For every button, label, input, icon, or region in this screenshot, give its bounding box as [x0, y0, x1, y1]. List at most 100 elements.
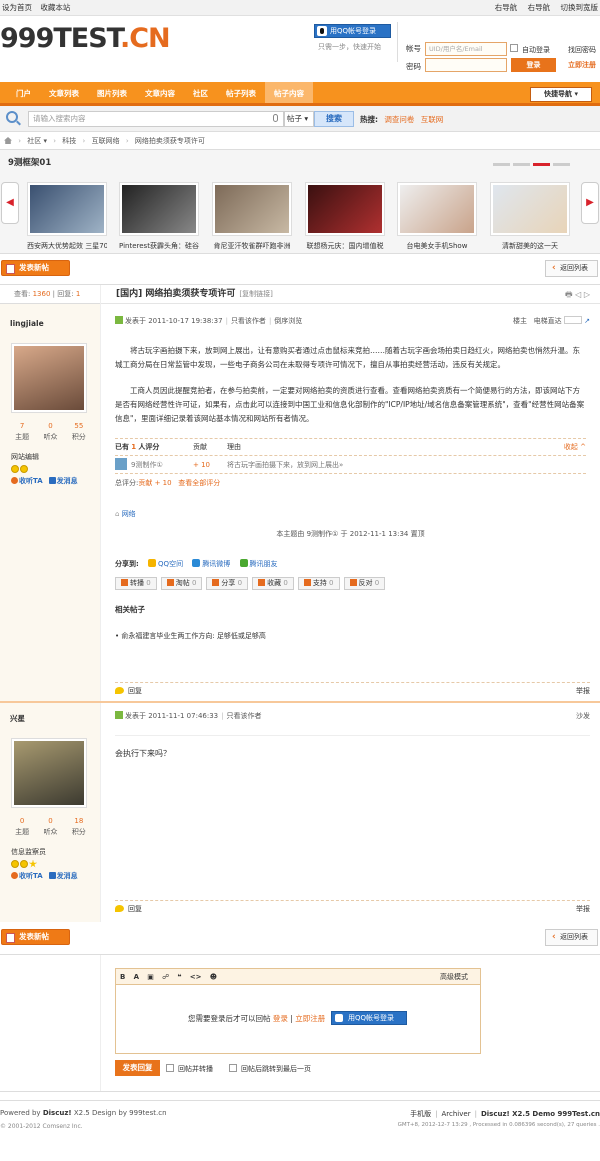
slider-item-image[interactable]	[119, 182, 199, 236]
set-home-link[interactable]: 设为首页	[2, 3, 32, 12]
slider-item[interactable]: 台电美女手机Show	[397, 182, 477, 251]
code-icon[interactable]: <>	[190, 973, 202, 981]
slider-item[interactable]: 肯尼亚汗牧雀群吓跑非洲	[212, 182, 292, 251]
link-icon[interactable]: ☍	[162, 973, 169, 981]
post1-avatar[interactable]	[11, 343, 87, 413]
register-link[interactable]: 立即注册	[295, 1014, 325, 1023]
user-stat[interactable]: 55 积分	[65, 422, 93, 442]
account-input[interactable]: UID/用户名/Email	[425, 42, 507, 56]
nav-item-thread-content[interactable]: 帖子内容	[265, 82, 313, 103]
reply-editor[interactable]: B A ▣ ☍ ❝ <> ☻ 高级模式 您需要登录后才可以回帖 登录 | 立即注…	[115, 968, 481, 1054]
nav-item-article-list[interactable]: 文章列表	[40, 82, 88, 103]
post1-author-name[interactable]: lingjiale	[0, 319, 100, 328]
password-input[interactable]	[425, 58, 507, 72]
print-prev-next-icons[interactable]: 🖶 ◁ ▷	[565, 285, 590, 304]
slider-item-caption[interactable]: 台电美女手机Show	[397, 241, 477, 251]
tag-link[interactable]: 网络	[122, 510, 136, 518]
hot-search-item-1[interactable]: 调查问卷	[384, 115, 414, 124]
slider-prev-button[interactable]: ◀	[1, 182, 19, 224]
back-to-list-button[interactable]: 返回列表	[545, 929, 598, 946]
mobile-link[interactable]: 手机版	[410, 1110, 431, 1118]
archiver-link[interactable]: Archiver	[442, 1110, 471, 1118]
slider-item-image[interactable]	[490, 182, 570, 236]
right-nav-link-2[interactable]: 右导航	[528, 3, 551, 12]
font-color-icon[interactable]: A	[134, 973, 139, 981]
site-logo[interactable]: 999TEST.CN	[0, 23, 171, 54]
follow-button[interactable]: 收听TA	[11, 872, 43, 880]
collect-thread-button[interactable]: 淘帖 0	[160, 577, 203, 590]
reverse-order-link[interactable]: 倒序浏览	[274, 317, 302, 325]
slider-item[interactable]: 西安两大优势起效 三星70	[27, 182, 107, 251]
nav-item-article-content[interactable]: 文章内容	[136, 82, 184, 103]
switch-style-link[interactable]: 切换到宽版	[561, 3, 599, 12]
login-link[interactable]: 登录	[273, 1014, 288, 1023]
rater-avatar[interactable]	[115, 458, 127, 470]
back-to-list-button[interactable]: 返回列表	[545, 260, 598, 277]
slider-item-caption[interactable]: 肯尼亚汗牧雀群吓跑非洲	[212, 241, 292, 251]
message-button[interactable]: 发消息	[48, 477, 78, 485]
image-icon[interactable]: ▣	[147, 973, 154, 981]
repost-button[interactable]: 转播 0	[115, 577, 157, 590]
share-tencent-weibo[interactable]: 腾讯微博	[192, 559, 230, 568]
slider-item-image[interactable]	[397, 182, 477, 236]
reply-link[interactable]: 回复	[128, 687, 142, 695]
rating-collapse[interactable]: 收起 ^	[564, 439, 586, 455]
breadcrumb-item-community[interactable]: 社区	[27, 137, 41, 145]
reply-link[interactable]: 回复	[128, 905, 142, 913]
search-type-select[interactable]: 帖子 ▾	[284, 111, 314, 127]
search-button[interactable]: 搜索	[314, 111, 354, 127]
slider-dot[interactable]	[493, 163, 510, 166]
view-all-ratings-link[interactable]: 查看全部评分	[178, 479, 220, 487]
slider-item[interactable]: 清新甜美的这一天	[490, 182, 570, 251]
message-button[interactable]: 发消息	[48, 872, 78, 880]
quick-nav-button[interactable]: 快捷导航 ▾	[530, 87, 592, 102]
slider-dot[interactable]	[553, 163, 570, 166]
repost-checkbox[interactable]	[166, 1064, 174, 1072]
advanced-mode-link[interactable]: 高级模式	[440, 969, 468, 985]
report-link[interactable]: 举报	[576, 683, 590, 699]
jump-to-floor[interactable]: 电梯直达	[534, 317, 562, 325]
nav-item-thread-list[interactable]: 帖子列表	[217, 82, 265, 103]
breadcrumb-item-tech[interactable]: 科技	[62, 137, 76, 145]
hot-search-item-2[interactable]: 互联网	[421, 115, 444, 124]
home-icon[interactable]	[4, 137, 12, 144]
forgot-password-link[interactable]: 找回密码	[568, 45, 596, 55]
qq-login-button[interactable]: 用QQ帐号登录	[314, 24, 391, 38]
go-icon[interactable]: ↗	[584, 317, 590, 325]
new-post-button[interactable]: 发表新帖	[1, 260, 70, 276]
slider-item-caption[interactable]: 联想杨元庆：国内增值税	[305, 241, 385, 251]
copy-link-button[interactable]: [复制链接]	[239, 290, 272, 298]
post1-user-group[interactable]: 网站编辑	[0, 452, 100, 462]
slider-item[interactable]: Pinterest获霹头角：硅谷	[119, 182, 199, 251]
nav-item-image-list[interactable]: 图片列表	[88, 82, 136, 103]
slider-dot[interactable]	[513, 163, 530, 166]
qq-login-button[interactable]: 用QQ帐号登录	[331, 1011, 407, 1025]
search-input[interactable]: 请输入搜索内容	[28, 111, 284, 127]
user-stat[interactable]: 7 主题	[8, 422, 36, 442]
breadcrumb-item-current[interactable]: 网络拍卖须获专项许可	[135, 137, 205, 145]
favorite-button[interactable]: 收藏 0	[252, 577, 294, 590]
slider-item[interactable]: 联想杨元庆：国内增值税	[305, 182, 385, 251]
login-button[interactable]: 登录	[511, 58, 556, 72]
slider-item-image[interactable]	[212, 182, 292, 236]
nav-item-community[interactable]: 社区	[184, 82, 217, 103]
bookmark-link[interactable]: 收藏本站	[40, 3, 70, 12]
new-post-button[interactable]: 发表新帖	[1, 929, 70, 945]
register-link[interactable]: 立即注册	[568, 60, 596, 70]
microphone-icon[interactable]	[273, 114, 278, 122]
related-item[interactable]: • 俞永福建言毕业生两工作方向: 足够低或足够高	[115, 631, 600, 641]
smiley-icon[interactable]: ☻	[210, 973, 217, 981]
floor-input[interactable]	[563, 316, 582, 324]
user-stat[interactable]: 0 听众	[36, 422, 64, 442]
post2-avatar[interactable]	[11, 738, 87, 808]
user-stat[interactable]: 0 主题	[8, 817, 36, 837]
right-nav-link-1[interactable]: 右导航	[495, 3, 518, 12]
share-button[interactable]: 分享 0	[206, 577, 249, 590]
quote-icon[interactable]: ❝	[177, 973, 181, 981]
only-author-link[interactable]: 只看该作者	[231, 317, 266, 325]
follow-button[interactable]: 收听TA	[11, 477, 43, 485]
submit-reply-button[interactable]: 发表回复	[115, 1060, 160, 1076]
demo-link[interactable]: Discuz! X2.5 Demo 999Test.cn	[481, 1110, 600, 1118]
share-tencent-friends[interactable]: 腾讯朋友	[239, 559, 278, 568]
user-stat[interactable]: 18 积分	[65, 817, 93, 837]
